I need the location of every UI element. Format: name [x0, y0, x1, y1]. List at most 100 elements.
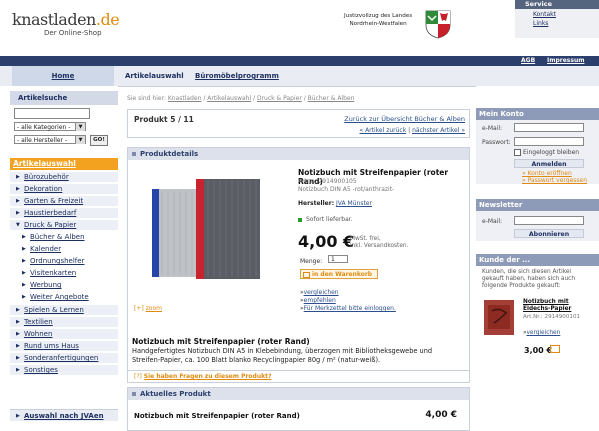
site-logo[interactable]: knastladen.de	[12, 10, 120, 29]
category-label: Dekoration	[24, 185, 63, 193]
quantity-input[interactable]: 1	[328, 255, 348, 263]
add-to-cart-button[interactable]: in den Warenkorb	[300, 269, 378, 279]
product-question-link[interactable]: Sie haben Fragen zu diesem Produkt?	[144, 373, 272, 380]
category-item[interactable]: ▶ Dekoration	[10, 184, 118, 195]
current-product-title: Aktuelles Produkt	[140, 390, 211, 398]
category-item[interactable]: ▶ Sonderanfertigungen	[10, 353, 118, 364]
newsletter-box: e-Mail: Abonnieren	[476, 211, 599, 241]
open-account-link[interactable]: » Konto eröffnen	[522, 170, 572, 177]
category-item[interactable]: ▶ Garten & Freizeit	[10, 196, 118, 207]
notepad-login-link[interactable]: Für Merkzettel bitte einloggen.	[304, 305, 396, 312]
product-image[interactable]	[148, 177, 264, 282]
category-item[interactable]: ▶ Haustierbedarf	[10, 208, 118, 219]
related-product-image[interactable]	[482, 299, 516, 336]
next-article-link[interactable]: nächster Artikel »	[412, 127, 465, 134]
tab-artikelauswahl[interactable]: Artikelauswahl	[125, 72, 184, 80]
triangle-right-icon: ▶	[16, 343, 20, 349]
category-item[interactable]: ▶ Textilien	[10, 317, 118, 328]
manufacturer-label: Hersteller:	[298, 200, 335, 207]
category-label: Spielen & Lernen	[24, 306, 84, 314]
account-password-label: Passwort:	[482, 139, 511, 146]
subcategory-label: Visitenkarten	[30, 269, 77, 277]
category-item[interactable]: ▶ Sonstiges	[10, 365, 118, 376]
breadcrumb-item[interactable]: Druck & Papier	[257, 95, 302, 102]
product-price: 4,00 €	[298, 232, 355, 251]
related-product-nr: Art.Nr.: 2914900101	[523, 314, 581, 320]
stock-indicator-icon	[298, 217, 302, 222]
product-details-header: Produktdetails	[128, 148, 469, 160]
tax-info: MwSt. frei, inkl. Versandkosten.	[350, 236, 408, 250]
subcategory-item[interactable]: ▶ Weiter Angebote	[10, 292, 118, 303]
nav-home[interactable]: Home	[12, 66, 114, 86]
compare-row: »vergleichen	[300, 289, 339, 296]
account-password-input[interactable]	[514, 137, 584, 146]
breadcrumb-item[interactable]: Bücher & Alben	[308, 95, 355, 102]
maker-select[interactable]: - alle Hersteller - ▼	[14, 135, 86, 144]
zoom-label: zoom	[145, 305, 162, 312]
category-select[interactable]: - alle Kategorien - ▼	[14, 122, 86, 131]
category-label: Wohnen	[24, 330, 53, 338]
account-email-input[interactable]	[514, 123, 584, 132]
account-box: e-Mail: Passwort: Eingeloggt bleiben Anm…	[476, 120, 599, 184]
subscribe-button[interactable]: Abonnieren	[514, 229, 584, 238]
jva-label: Auswahl nach JVAen	[24, 412, 104, 420]
main-nav: Home Artikelauswahl Büromöbelprogramm	[0, 66, 599, 87]
logo-tld: .de	[95, 10, 120, 29]
forgot-password-link[interactable]: » Passwort vergessen	[522, 177, 587, 184]
right-sidebar: Mein Konto e-Mail: Passwort: Eingeloggt …	[476, 86, 599, 429]
categories-title[interactable]: Artikelauswahl	[10, 158, 118, 170]
breadcrumb-item[interactable]: Artikelauswahl	[207, 95, 251, 102]
breadcrumb-item[interactable]: Knastladen	[168, 95, 202, 102]
agb-link[interactable]: AGB	[521, 57, 535, 64]
impressum-link[interactable]: Impressum	[547, 57, 584, 64]
category-label: Textilien	[24, 318, 53, 326]
subcategory-item[interactable]: ▶ Kalender	[10, 244, 118, 255]
newsletter-email-input[interactable]	[514, 216, 584, 225]
subcategory-item[interactable]: ▶ Werbung	[10, 280, 118, 291]
subcategory-label: Bücher & Alben	[30, 233, 85, 241]
jva-selection-link[interactable]: ▶ Auswahl nach JVAen	[10, 409, 118, 421]
subcategory-item[interactable]: ▶ Ordnungshelfer	[10, 256, 118, 267]
category-item[interactable]: ▶ Spielen & Lernen	[10, 305, 118, 316]
related-product-price: 3,00 €	[524, 346, 553, 355]
square-bullet-icon	[132, 392, 136, 396]
back-to-overview-link[interactable]: Zurück zur Übersicht Bücher & Alben	[344, 115, 465, 123]
service-title: Service	[515, 0, 599, 9]
category-item[interactable]: ▶ Rund ums Haus	[10, 341, 118, 352]
add-to-cart-label: in den Warenkorb	[312, 271, 373, 278]
category-item-open[interactable]: ▼ Druck & Papier	[10, 220, 118, 231]
category-item[interactable]: ▶ Bürozubehör	[10, 172, 118, 183]
current-product-name[interactable]: Notizbuch mit Streifenpapier (roter Rand…	[134, 412, 300, 420]
category-label: Druck & Papier	[24, 221, 77, 229]
newsletter-title: Newsletter	[476, 199, 599, 211]
zoom-link[interactable]: [+] zoom	[134, 305, 162, 312]
recommend-row: »empfehlen	[300, 297, 336, 304]
previous-article-link[interactable]: « Artikel zurück	[360, 127, 407, 134]
remember-me-checkbox[interactable]: Eingeloggt bleiben	[514, 149, 579, 156]
search-input[interactable]	[14, 108, 90, 119]
subcategory-item[interactable]: ▶ Bücher & Alben	[10, 232, 118, 243]
triangle-right-icon: ▶	[16, 331, 20, 337]
product-pager: Produkt 5 / 11 Zurück zur Übersicht Büch…	[127, 109, 470, 138]
service-link-links[interactable]: Links	[515, 20, 599, 27]
description-text: Handgefertigtes Notizbuch DIN A5 in Kleb…	[132, 347, 433, 364]
subcategory-label: Kalender	[30, 245, 62, 253]
triangle-right-icon: ▶	[22, 270, 26, 276]
category-label: Garten & Freizeit	[24, 197, 84, 205]
recommend-link[interactable]: empfehlen	[304, 297, 336, 304]
quantity-label: Menge:	[300, 258, 323, 265]
notepad-row: »Für Merkzettel bitte einloggen.	[300, 305, 396, 312]
triangle-right-icon: ▶	[22, 258, 26, 264]
manufacturer-link[interactable]: JVA Münster	[336, 200, 372, 207]
newsletter-email-label: e-Mail:	[482, 218, 503, 225]
search-go-button[interactable]: GO!	[90, 135, 108, 146]
compare-link[interactable]: vergleichen	[304, 289, 339, 296]
related-compare-link[interactable]: vergleichen	[526, 330, 560, 336]
service-link-kontakt[interactable]: Kontakt	[515, 11, 599, 18]
login-button[interactable]: Anmelden	[514, 159, 584, 168]
subcategory-item[interactable]: ▶ Visitenkarten	[10, 268, 118, 279]
related-product-name[interactable]: Notizbuch mit Eidechs-Papier	[523, 299, 593, 313]
tab-bueromoebel[interactable]: Büromöbelprogramm	[195, 72, 279, 80]
cart-icon[interactable]	[550, 345, 560, 353]
category-item[interactable]: ▶ Wohnen	[10, 329, 118, 340]
